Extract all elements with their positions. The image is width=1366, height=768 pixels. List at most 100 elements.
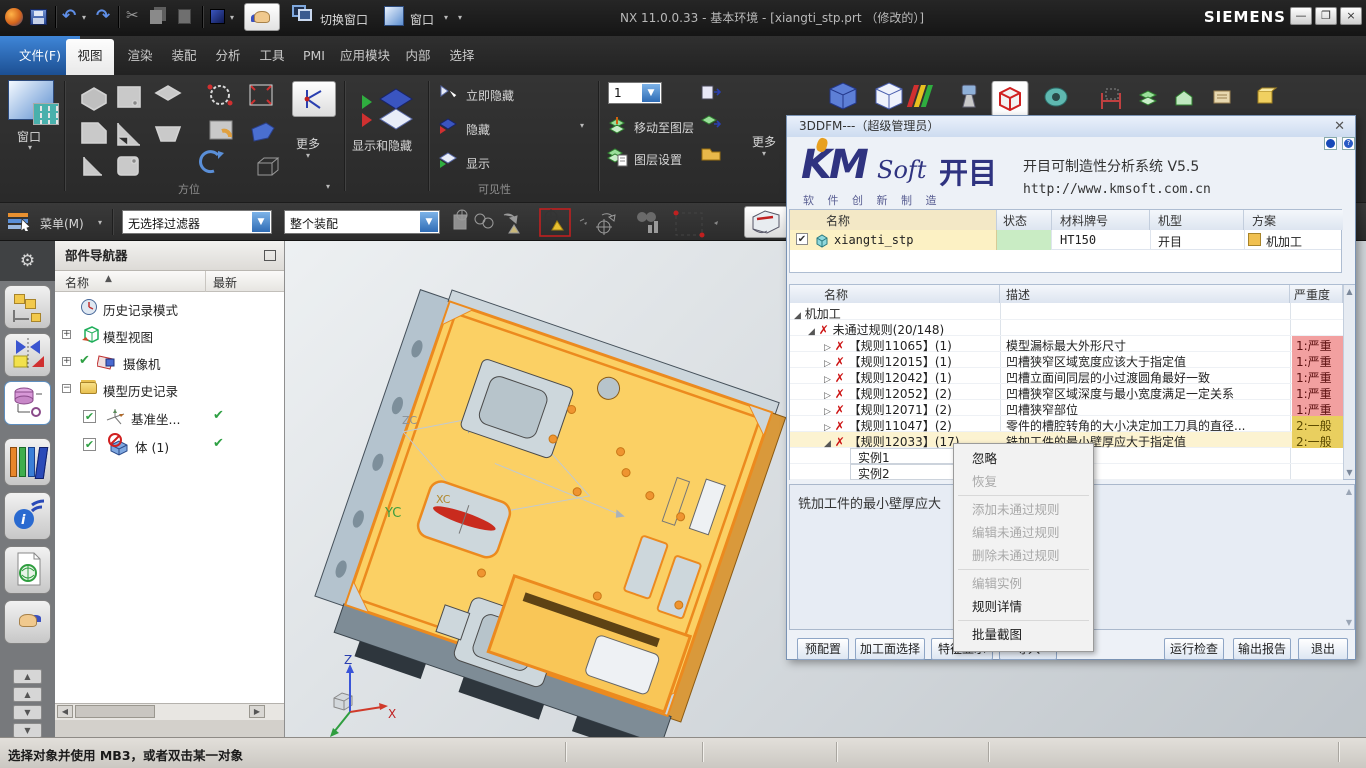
constraint-navigator-button[interactable] [4,333,51,377]
switch-window-icon[interactable] [292,5,314,25]
show-label[interactable]: 显示 [466,155,490,172]
switch-window-label[interactable]: 切换窗口 [320,11,368,28]
hide-dropdown-icon[interactable]: ▾ [580,121,584,130]
selection-filter-dropdown-icon[interactable]: ▼ [252,212,270,232]
rule-row[interactable]: ▷ ✗ 【规则11065】(1) 模型漏标最大外形尺寸 1:严重 [790,336,1343,352]
minimize-button[interactable]: — [1290,7,1312,25]
window-icon[interactable] [384,6,404,26]
orientation-more-label[interactable]: 更多 [296,135,320,152]
parts-header-machine[interactable]: 机型 [1150,210,1244,230]
dfm-dialog-title[interactable]: 3DDFM---（超级管理员） [787,116,1355,137]
selection-filter-combo[interactable]: 无选择过滤器 ▼ [122,210,272,234]
more-b-dropdown-icon[interactable]: ▾ [762,149,766,158]
snap-point-icon-strip[interactable] [452,207,792,239]
selection-scope-combo[interactable]: 整个装配 ▼ [284,210,440,234]
hide-now-icon[interactable] [438,83,458,101]
paste-icon[interactable] [178,6,191,28]
rules-group-row[interactable]: ◢ 机加工 [790,304,1343,320]
copy-icon[interactable] [150,6,162,28]
layer-settings-label[interactable]: 图层设置 [634,151,682,168]
parts-header-plan[interactable]: 方案 [1244,210,1343,230]
sort-asc-icon[interactable]: ▲ [105,274,112,284]
run-check-button[interactable]: 运行检查 [1164,638,1224,660]
layer-visible-in-view-icon[interactable] [700,83,722,101]
part-checkbox-icon[interactable]: ✔ [796,233,808,245]
menu-item-edit-rule[interactable]: 编辑未通过规则 [954,521,1093,544]
window-group-dropdown-icon[interactable]: ▾ [28,143,32,152]
undo-dropdown-icon[interactable]: ▾ [82,13,86,35]
rules-header-sev[interactable]: 严重度 [1290,285,1343,303]
column-latest[interactable]: 最新 [213,274,237,291]
menu-item-edit-instance[interactable]: 编辑实例 [954,572,1093,595]
scroll-top-icon[interactable]: ▲ [13,669,42,684]
close-button[interactable]: × [1340,7,1362,25]
expand-icon[interactable]: + [62,357,71,366]
tab-view[interactable]: 视图 [66,39,114,75]
machining-face-select-button[interactable]: 加工面选择 [855,638,925,660]
scroll-bottom-icon[interactable]: ▼ [13,723,42,738]
parts-header-status[interactable]: 状态 [997,210,1052,230]
assembly-navigator-button[interactable] [4,285,51,329]
checkbox-checked-icon[interactable]: ✔ [83,410,96,423]
parts-row[interactable]: ✔ xiangti_stp HT150 开目 机加工 [790,230,1341,250]
layer-copy-icon[interactable] [700,143,722,161]
rules-header-name[interactable]: 名称 [790,285,1000,303]
resource-gear-icon[interactable]: ⚙ [0,241,55,281]
menu-item-delete-rule[interactable]: 删除未通过规则 [954,544,1093,567]
parts-header-name[interactable]: 名称 [790,210,997,230]
scroll-up-icon[interactable]: ▲ [13,687,42,702]
web-browser-button[interactable]: i [4,492,51,540]
dropdown-icon[interactable]: ▾ [230,13,234,35]
detail-scroll-down-icon[interactable]: ▼ [1346,618,1352,627]
navigator-column-header[interactable]: 名称 ▲ 最新 [55,271,284,292]
move-to-layer-label[interactable]: 移动至图层 [634,119,694,136]
hide-icon[interactable] [438,117,460,135]
hide-label[interactable]: 隐藏 [466,121,490,138]
tab-selection[interactable]: 选择 [440,36,484,75]
dfm-pin-button[interactable] [1324,137,1337,150]
touch-panel-button[interactable] [4,600,51,644]
tab-internal[interactable]: 内部 [396,36,440,75]
window-big-icon[interactable] [8,80,54,120]
rules-failgroup-row[interactable]: ◢ ✗ 未通过规则(20/148) [790,320,1343,336]
layer-settings-icon[interactable] [606,147,628,167]
rule-row[interactable]: ▷ ✗ 【规则12052】(2) 凹槽狭窄区域深度与最小宽度满足一定关系 1:严… [790,384,1343,400]
exit-button[interactable]: 退出 [1298,638,1348,660]
output-report-button[interactable]: 输出报告 [1233,638,1291,660]
part-navigator-button[interactable] [4,381,51,425]
menu-item-restore[interactable]: 恢复 [954,470,1093,493]
detail-scroll-up-icon[interactable]: ▲ [1346,487,1352,496]
selection-scope-dropdown-icon[interactable]: ▼ [420,212,438,232]
toolbar-overflow-icon[interactable]: ▾ [458,13,462,35]
hscroll-right-icon[interactable]: ▶ [249,705,265,718]
vscroll-up-icon[interactable]: ▲ [1344,287,1355,296]
rule-row[interactable]: ▷ ✗ 【规则12071】(2) 凹槽狭窄部位 1:严重 [790,400,1343,416]
show-shaded-button[interactable] [744,206,788,238]
hide-now-label[interactable]: 立即隐藏 [466,87,514,104]
tree-row-history-mode[interactable]: 历史记录模式 [55,294,284,321]
rules-vscrollbar[interactable]: ▲ ▼ [1343,285,1355,479]
dfm-close-icon[interactable]: ✕ [1334,119,1345,134]
tree-row-body[interactable]: ✔ 体 (1) ✔ [55,431,284,458]
checkbox-checked-icon[interactable]: ✔ [83,438,96,451]
show-hide-icon[interactable] [356,83,420,135]
orient-csys-button[interactable] [292,81,336,117]
window-dropdown-icon[interactable]: ▾ [444,13,448,35]
save-icon[interactable] [30,6,47,28]
more-b-label[interactable]: 更多 [752,133,776,150]
show-hide-label[interactable]: 显示和隐藏 [352,137,412,154]
cut-icon[interactable]: ✂ [126,6,139,28]
rules-header-desc[interactable]: 描述 [1000,285,1290,303]
work-layer-combo[interactable]: 1 ▼ [608,82,662,104]
hscroll-thumb[interactable] [75,705,155,718]
menu-dropdown-icon[interactable]: ▾ [98,218,102,227]
undo-icon[interactable]: ↶ [62,6,76,28]
history-button[interactable] [4,546,51,594]
tree-row-datum-csys[interactable]: ✔ 基准坐... ✔ [55,403,284,430]
hscroll-left-icon[interactable]: ◀ [57,705,73,718]
menu-item-ignore[interactable]: 忽略 [954,447,1093,470]
vscroll-down-icon[interactable]: ▼ [1344,468,1355,477]
edit-object-display-icon[interactable] [210,6,225,28]
restore-button[interactable]: ❐ [1315,7,1337,25]
parts-header-material[interactable]: 材料牌号 [1052,210,1150,230]
